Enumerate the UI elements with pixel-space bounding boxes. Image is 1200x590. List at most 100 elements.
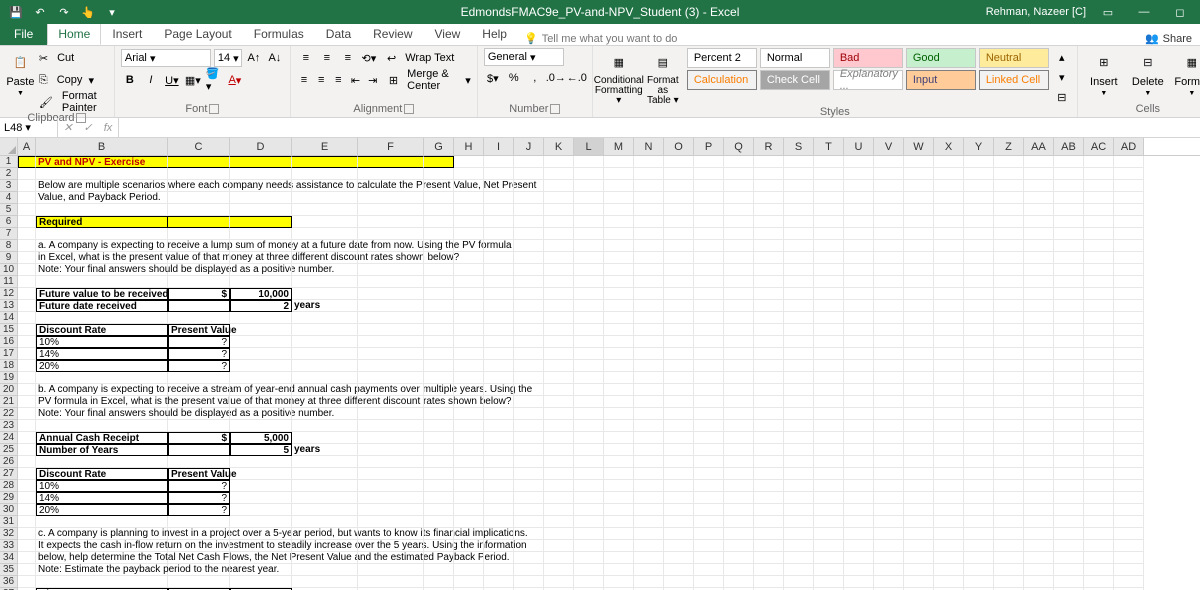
cell-P15[interactable] [694, 324, 724, 336]
cell-AA12[interactable] [1024, 288, 1054, 300]
cell-B31[interactable] [36, 516, 168, 528]
cell-X7[interactable] [934, 228, 964, 240]
cell-L15[interactable] [574, 324, 604, 336]
cell-R30[interactable] [754, 504, 784, 516]
column-header-H[interactable]: H [454, 138, 484, 155]
cell-V2[interactable] [874, 168, 904, 180]
cell-AD1[interactable] [1114, 156, 1144, 168]
cell-B4[interactable]: Value, and Payback Period. [36, 192, 168, 204]
row-header-30[interactable]: 30 [0, 504, 18, 516]
cell-Q6[interactable] [724, 216, 754, 228]
percent-button[interactable]: % [505, 69, 523, 87]
cell-H3[interactable] [454, 180, 484, 192]
cell-F31[interactable] [358, 516, 424, 528]
cell-F33[interactable] [358, 540, 424, 552]
row-header-23[interactable]: 23 [0, 420, 18, 432]
cell-M24[interactable] [604, 432, 634, 444]
cell-B12[interactable]: Future value to be received [36, 288, 168, 300]
cell-L24[interactable] [574, 432, 604, 444]
cell-G18[interactable] [424, 360, 454, 372]
cell-B19[interactable] [36, 372, 168, 384]
cell-L28[interactable] [574, 480, 604, 492]
row-header-36[interactable]: 36 [0, 576, 18, 588]
cell-Y25[interactable] [964, 444, 994, 456]
cell-G24[interactable] [424, 432, 454, 444]
spreadsheet-grid[interactable]: ABCDEFGHIJKLMNOPQRSTUVWXYZAAABACAD 1PV a… [0, 138, 1200, 590]
cell-AB9[interactable] [1054, 252, 1084, 264]
increase-font-icon[interactable]: A↑ [245, 49, 263, 67]
cell-M20[interactable] [604, 384, 634, 396]
cell-Y21[interactable] [964, 396, 994, 408]
cell-AD17[interactable] [1114, 348, 1144, 360]
cell-E11[interactable] [292, 276, 358, 288]
cell-AC10[interactable] [1084, 264, 1114, 276]
cell-O33[interactable] [664, 540, 694, 552]
cell-V24[interactable] [874, 432, 904, 444]
cell-V14[interactable] [874, 312, 904, 324]
cell-M23[interactable] [604, 420, 634, 432]
cancel-icon[interactable]: ✕ [58, 121, 78, 134]
cell-H35[interactable] [454, 564, 484, 576]
cell-Z8[interactable] [994, 240, 1024, 252]
cell-P29[interactable] [694, 492, 724, 504]
cell-N30[interactable] [634, 504, 664, 516]
cell-H13[interactable] [454, 300, 484, 312]
row-header-1[interactable]: 1 [0, 156, 18, 168]
cell-AA6[interactable] [1024, 216, 1054, 228]
bold-button[interactable]: B [121, 71, 139, 89]
cell-H11[interactable] [454, 276, 484, 288]
cell-X11[interactable] [934, 276, 964, 288]
cell-AA8[interactable] [1024, 240, 1054, 252]
cell-A26[interactable] [18, 456, 36, 468]
cell-E6[interactable] [292, 216, 358, 228]
cell-AD31[interactable] [1114, 516, 1144, 528]
column-header-X[interactable]: X [934, 138, 964, 155]
cell-T26[interactable] [814, 456, 844, 468]
cell-F8[interactable] [358, 240, 424, 252]
cell-E28[interactable] [292, 480, 358, 492]
cell-V32[interactable] [874, 528, 904, 540]
cell-S20[interactable] [784, 384, 814, 396]
cell-V29[interactable] [874, 492, 904, 504]
cell-L11[interactable] [574, 276, 604, 288]
cell-K36[interactable] [544, 576, 574, 588]
cell-T32[interactable] [814, 528, 844, 540]
cell-W3[interactable] [904, 180, 934, 192]
cell-G22[interactable] [424, 408, 454, 420]
cell-U26[interactable] [844, 456, 874, 468]
cell-Y10[interactable] [964, 264, 994, 276]
cell-N8[interactable] [634, 240, 664, 252]
cell-AB12[interactable] [1054, 288, 1084, 300]
cell-AA18[interactable] [1024, 360, 1054, 372]
cell-X21[interactable] [934, 396, 964, 408]
cell-B14[interactable] [36, 312, 168, 324]
cell-H32[interactable] [454, 528, 484, 540]
column-header-AC[interactable]: AC [1084, 138, 1114, 155]
cell-J34[interactable] [514, 552, 544, 564]
cell-J33[interactable] [514, 540, 544, 552]
cell-X35[interactable] [934, 564, 964, 576]
cell-N28[interactable] [634, 480, 664, 492]
cell-I35[interactable] [484, 564, 514, 576]
cell-AC6[interactable] [1084, 216, 1114, 228]
cell-V17[interactable] [874, 348, 904, 360]
cell-Y24[interactable] [964, 432, 994, 444]
cell-Z20[interactable] [994, 384, 1024, 396]
cell-J4[interactable] [514, 192, 544, 204]
cell-AA35[interactable] [1024, 564, 1054, 576]
cell-I29[interactable] [484, 492, 514, 504]
cell-H29[interactable] [454, 492, 484, 504]
cell-Q26[interactable] [724, 456, 754, 468]
cell-E29[interactable] [292, 492, 358, 504]
cell-AB14[interactable] [1054, 312, 1084, 324]
cell-L22[interactable] [574, 408, 604, 420]
cell-I22[interactable] [484, 408, 514, 420]
cell-R24[interactable] [754, 432, 784, 444]
cell-J8[interactable] [514, 240, 544, 252]
cell-U28[interactable] [844, 480, 874, 492]
cell-Q11[interactable] [724, 276, 754, 288]
cell-Z30[interactable] [994, 504, 1024, 516]
cell-H25[interactable] [454, 444, 484, 456]
cell-B28[interactable]: 10% [36, 480, 168, 492]
cell-O8[interactable] [664, 240, 694, 252]
